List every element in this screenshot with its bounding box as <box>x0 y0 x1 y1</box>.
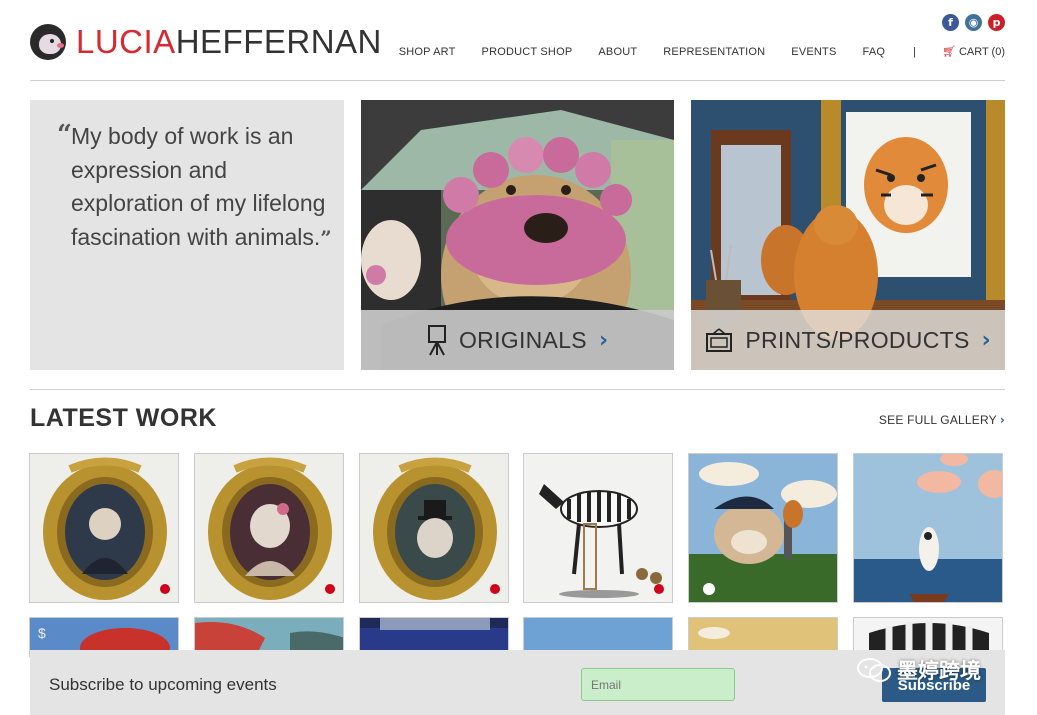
zebra-painting-image <box>524 454 672 602</box>
see-full-gallery-label: SEE FULL GALLERY <box>878 413 997 427</box>
latest-work-heading: LATEST WORK <box>30 404 217 432</box>
originals-bar[interactable]: ORIGINALS › <box>361 310 674 370</box>
prints-products-bar[interactable]: PRINTS/PRODUCTS › <box>691 310 1005 370</box>
framed-portrait-image <box>30 454 178 602</box>
instagram-icon[interactable]: ◉ <box>965 14 982 31</box>
wechat-icon <box>857 658 891 682</box>
logo-last-name: HEFFERNAN <box>175 23 382 60</box>
cow-on-boat-image <box>854 454 1002 602</box>
nav-product-shop[interactable]: PRODUCT SHOP <box>482 46 573 58</box>
nav-shop-art[interactable]: SHOP ART <box>399 46 456 58</box>
quote-panel: “ My body of work is an expression and e… <box>30 100 344 370</box>
section-divider <box>30 389 1005 390</box>
framed-portrait-image <box>360 454 508 602</box>
sold-indicator <box>654 584 664 594</box>
facebook-icon[interactable]: f <box>942 14 959 31</box>
originals-label: ORIGINALS <box>458 326 587 353</box>
chevron-right-icon: › <box>981 327 991 353</box>
logo-wordmark: LUCIAHEFFERNAN <box>76 22 382 62</box>
frame-icon <box>706 328 733 352</box>
see-full-gallery-link[interactable]: SEE FULL GALLERY › <box>879 413 1005 427</box>
site-header: LUCIAHEFFERNAN f ◉ p SHOP ART PRODUCT SH… <box>30 0 1005 81</box>
quote-text: My body of work is an expression and exp… <box>71 123 326 250</box>
sold-indicator <box>490 584 500 594</box>
watermark: 墨婷跨境 <box>857 655 981 685</box>
logo-first-name: LUCIA <box>76 23 176 60</box>
bulldog-golfer-image <box>689 454 837 602</box>
artwork-thumb-2[interactable] <box>194 453 344 603</box>
nav-faq[interactable]: FAQ <box>863 46 886 58</box>
logo-animal-icon <box>30 24 66 60</box>
artwork-thumb-6[interactable] <box>853 453 1003 603</box>
prints-products-tile[interactable]: PRINTS/PRODUCTS › <box>691 100 1005 370</box>
subscribe-label: Subscribe to upcoming events <box>49 675 277 694</box>
prints-products-label: PRINTS/PRODUCTS <box>745 326 970 353</box>
chevron-right-icon: › <box>598 327 609 353</box>
email-field[interactable] <box>581 668 735 701</box>
easel-icon <box>427 325 446 356</box>
open-quote-icon: “ <box>57 120 72 150</box>
main-nav: SHOP ART PRODUCT SHOP ABOUT REPRESENTATI… <box>399 45 1005 58</box>
svg-text:$: $ <box>38 625 46 641</box>
artwork-thumb-4[interactable] <box>523 453 673 603</box>
sold-indicator <box>160 584 170 594</box>
originals-tile[interactable]: ORIGINALS › <box>361 100 674 370</box>
pinterest-icon[interactable]: p <box>988 14 1005 31</box>
artwork-thumb-3[interactable] <box>359 453 509 603</box>
site-logo[interactable]: LUCIAHEFFERNAN <box>30 22 382 62</box>
nav-about[interactable]: ABOUT <box>598 46 637 58</box>
nav-events[interactable]: EVENTS <box>791 46 836 58</box>
social-links: f ◉ p <box>942 14 1005 31</box>
nav-representation[interactable]: REPRESENTATION <box>663 46 765 58</box>
watermark-text: 墨婷跨境 <box>897 660 981 683</box>
sold-indicator <box>325 584 335 594</box>
chevron-right-icon: › <box>999 413 1005 427</box>
nav-separator: | <box>913 45 916 58</box>
cart-label: CART (0) <box>958 45 1005 58</box>
cart-link[interactable]: 🛒︎ CART (0) <box>942 45 1005 58</box>
artist-quote: My body of work is an expression and exp… <box>71 120 341 255</box>
cart-icon: 🛒︎ <box>941 45 956 58</box>
framed-portrait-image <box>195 454 343 602</box>
artwork-thumb-1[interactable] <box>29 453 179 603</box>
close-quote-icon: ” <box>320 225 332 250</box>
artwork-thumb-5[interactable] <box>688 453 838 603</box>
